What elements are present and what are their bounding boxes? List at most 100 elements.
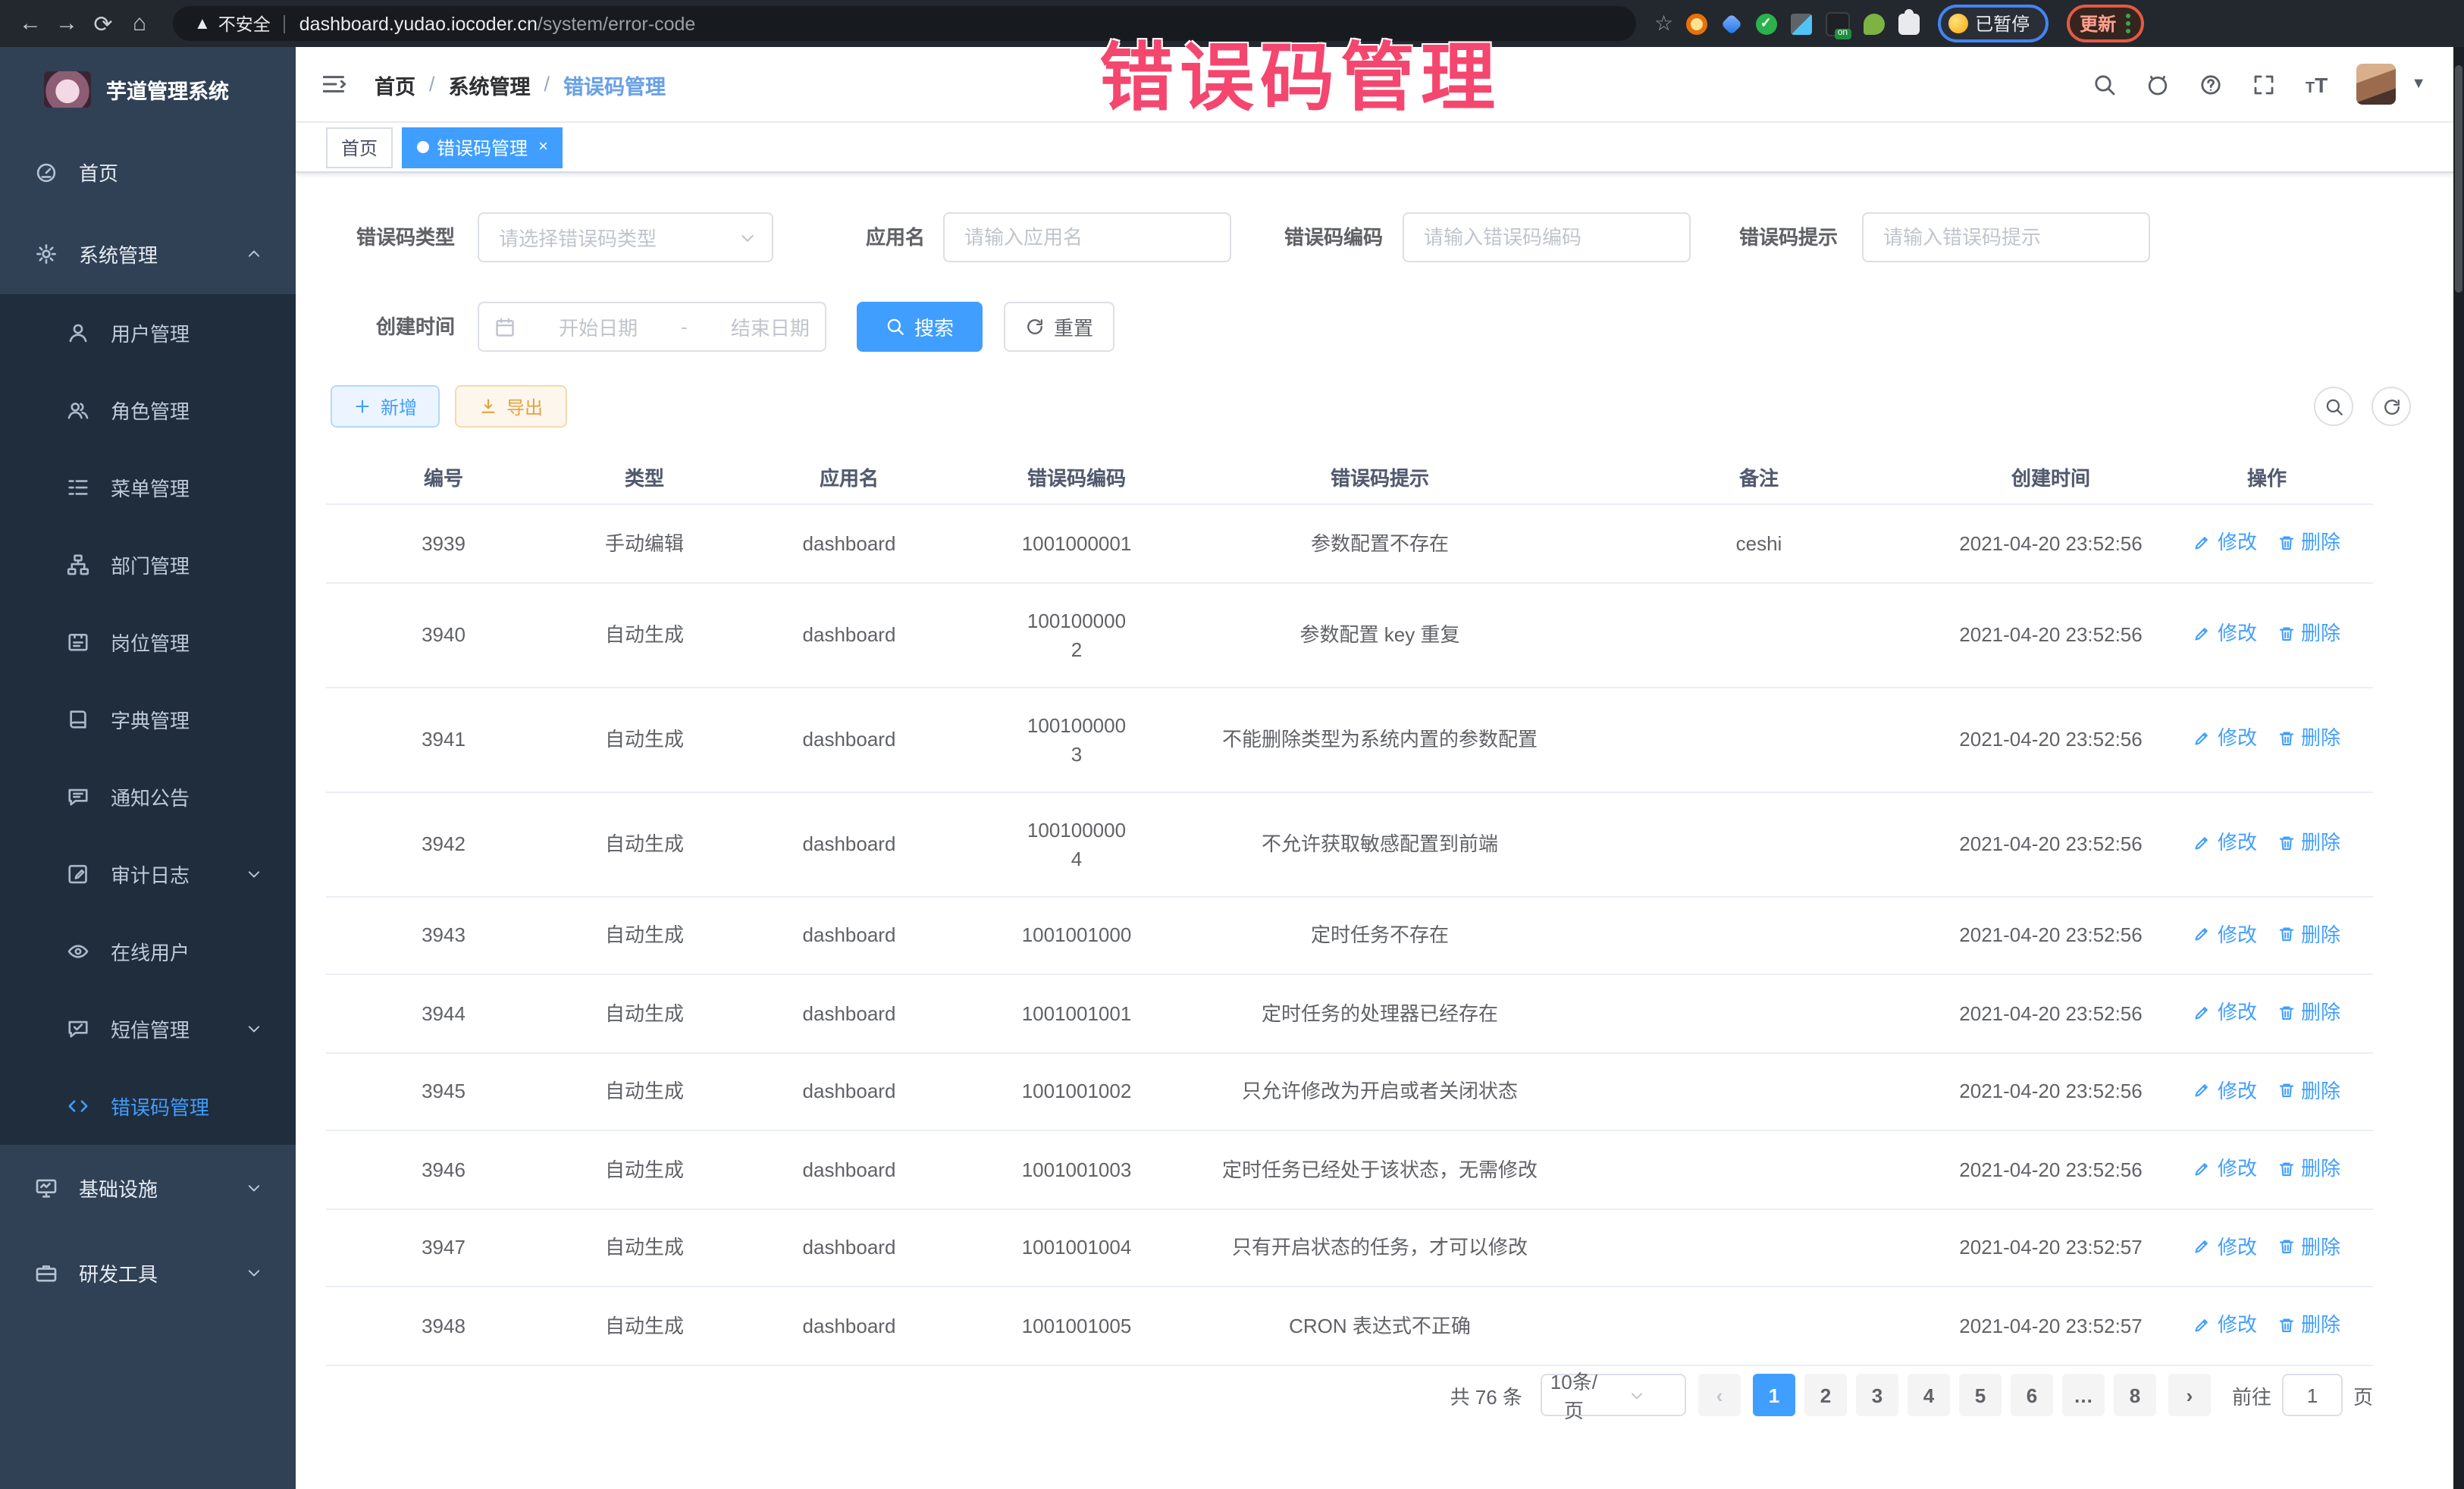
add-button[interactable]: 新增 [331,385,440,428]
page-size-select[interactable]: 10条/页 [1541,1374,1686,1416]
edit-link[interactable]: 修改 [2193,920,2257,948]
sidebar-item-online-user[interactable]: 在线用户 [0,913,296,990]
delete-link[interactable]: 删除 [2277,998,2340,1027]
page-button-3[interactable]: 3 [1856,1374,1898,1416]
edit-link[interactable]: 修改 [2193,724,2257,753]
sidebar-item-devtool[interactable]: 研发工具 [0,1230,296,1315]
page-button-4[interactable]: 4 [1908,1374,1950,1416]
bookmark-star-icon[interactable]: ☆ [1654,11,1673,36]
breadcrumb-item[interactable]: 首页 [375,69,415,99]
edit-link[interactable]: 修改 [2193,1232,2257,1261]
delete-link[interactable]: 删除 [2277,920,2340,948]
sidebar-item-sms[interactable]: 短信管理 [0,990,296,1067]
browser-home-icon[interactable]: ⌂ [121,11,158,36]
browser-forward-icon[interactable]: → [49,11,85,36]
page-button-2[interactable]: 2 [1804,1374,1847,1416]
table-row: 3942自动生成dashboard100100000 4不允许获取敏感配置到前端… [326,792,2373,896]
tag-item[interactable]: 首页 [326,127,393,168]
table-row: 3943自动生成dashboard1001001000定时任务不存在2021-0… [326,896,2373,974]
delete-link[interactable]: 删除 [2277,528,2340,556]
sidebar-item-notice[interactable]: 通知公告 [0,758,296,835]
browser-menu-icon[interactable] [2125,14,2130,33]
scrollbar-thumb[interactable] [2455,65,2462,293]
search-button[interactable]: 搜索 [857,302,983,352]
extension-gem-icon[interactable] [1720,13,1741,34]
extension-check-icon[interactable]: ✓ [1755,13,1776,34]
hamburger-icon[interactable] [323,71,349,97]
edit-icon [2193,1081,2212,1099]
sidebar-item-error-code[interactable]: 错误码管理 [0,1067,296,1145]
date-range-picker[interactable]: 开始日期 - 结束日期 [478,302,826,352]
sidebar-item-system[interactable]: 系统管理 [0,212,296,294]
breadcrumb-item[interactable]: 系统管理 [449,69,531,99]
page-button-5[interactable]: 5 [1959,1374,2002,1416]
goto-page-input[interactable] [2282,1374,2343,1416]
edit-link[interactable]: 修改 [2193,1310,2257,1339]
tag-active[interactable]: 错误码管理× [402,127,563,168]
edit-link[interactable]: 修改 [2193,998,2257,1027]
sidebar-item-menu[interactable]: 菜单管理 [0,449,296,526]
security-chip[interactable]: ▲ 不安全 [194,11,271,36]
toggle-search-button[interactable] [2314,387,2353,426]
next-page-button[interactable]: › [2168,1374,2211,1416]
sidebar-item-audit-log[interactable]: 审计日志 [0,835,296,913]
delete-link[interactable]: 删除 [2277,1076,2340,1105]
browser-back-icon[interactable]: ← [12,11,49,36]
avatar[interactable] [2356,64,2396,105]
browser-reload-icon[interactable]: ⟳ [85,10,121,37]
error-msg-field-wrap [1862,212,2150,262]
export-button[interactable]: 导出 [455,385,567,428]
delete-link[interactable]: 删除 [2277,1310,2340,1339]
error-type-select[interactable]: 请选择错误码类型 [478,212,773,262]
code-cell: 100100000 4 [970,792,1183,896]
sidebar-item-role[interactable]: 角色管理 [0,371,296,449]
page-button-8[interactable]: 8 [2114,1374,2156,1416]
reset-button[interactable]: 重置 [1004,302,1114,352]
window-scrollbar[interactable] [2453,47,2464,1489]
prev-page-button[interactable]: ‹ [1698,1374,1741,1416]
delete-link[interactable]: 删除 [2277,1232,2340,1261]
extension-key-icon[interactable] [1863,13,1884,34]
browser-update-button[interactable]: 更新 [2066,5,2143,42]
ops-cell: 修改删除 [2161,582,2373,687]
app-name-input[interactable] [945,226,1230,249]
paused-extension-pill[interactable]: 已暂停 [1937,5,2048,42]
page-button-1[interactable]: 1 [1753,1374,1795,1416]
delete-link[interactable]: 删除 [2277,829,2340,857]
delete-link[interactable]: 删除 [2277,1154,2340,1183]
extension-puzzle-icon[interactable] [1898,13,1919,34]
sidebar-item-infra[interactable]: 基础设施 [0,1145,296,1230]
tag-close-icon[interactable]: × [538,138,548,156]
search-icon [886,317,905,337]
delete-link[interactable]: 删除 [2277,619,2340,648]
edit-link[interactable]: 修改 [2193,1154,2257,1183]
font-size-icon[interactable]: TT [2306,72,2328,96]
user-menu-caret-icon[interactable]: ▼ [2411,76,2426,92]
extension-grid-icon[interactable] [1790,13,1811,34]
update-label: 更新 [2080,11,2116,36]
edit-link[interactable]: 修改 [2193,1076,2257,1105]
delete-link[interactable]: 删除 [2277,724,2340,753]
error-msg-input[interactable] [1864,226,2149,249]
sidebar-item-dict[interactable]: 字典管理 [0,681,296,758]
extension-switch-on-icon[interactable]: on [1825,11,1849,36]
help-icon[interactable] [2199,72,2224,96]
github-icon[interactable] [2146,72,2171,96]
logo[interactable]: 芋道管理系统 [0,47,296,130]
msg-cell: CRON 表达式不正确 [1183,1287,1577,1365]
sidebar-item-user[interactable]: 用户管理 [0,294,296,371]
header-search-icon[interactable] [2093,72,2118,96]
edit-link[interactable]: 修改 [2193,829,2257,857]
edit-link[interactable]: 修改 [2193,619,2257,648]
fullscreen-icon[interactable] [2252,72,2277,96]
error-code-input[interactable] [1404,226,1689,249]
edit-link[interactable]: 修改 [2193,528,2257,556]
sidebar-item-dept[interactable]: 部门管理 [0,526,296,603]
id-cell: 3943 [326,896,561,974]
refresh-table-button[interactable] [2372,387,2411,426]
page-ellipsis[interactable]: … [2062,1374,2105,1416]
page-button-6[interactable]: 6 [2011,1374,2053,1416]
extension-target-icon[interactable] [1685,13,1707,34]
sidebar-item-home[interactable]: 首页 [0,130,296,212]
sidebar-item-post[interactable]: 岗位管理 [0,603,296,681]
